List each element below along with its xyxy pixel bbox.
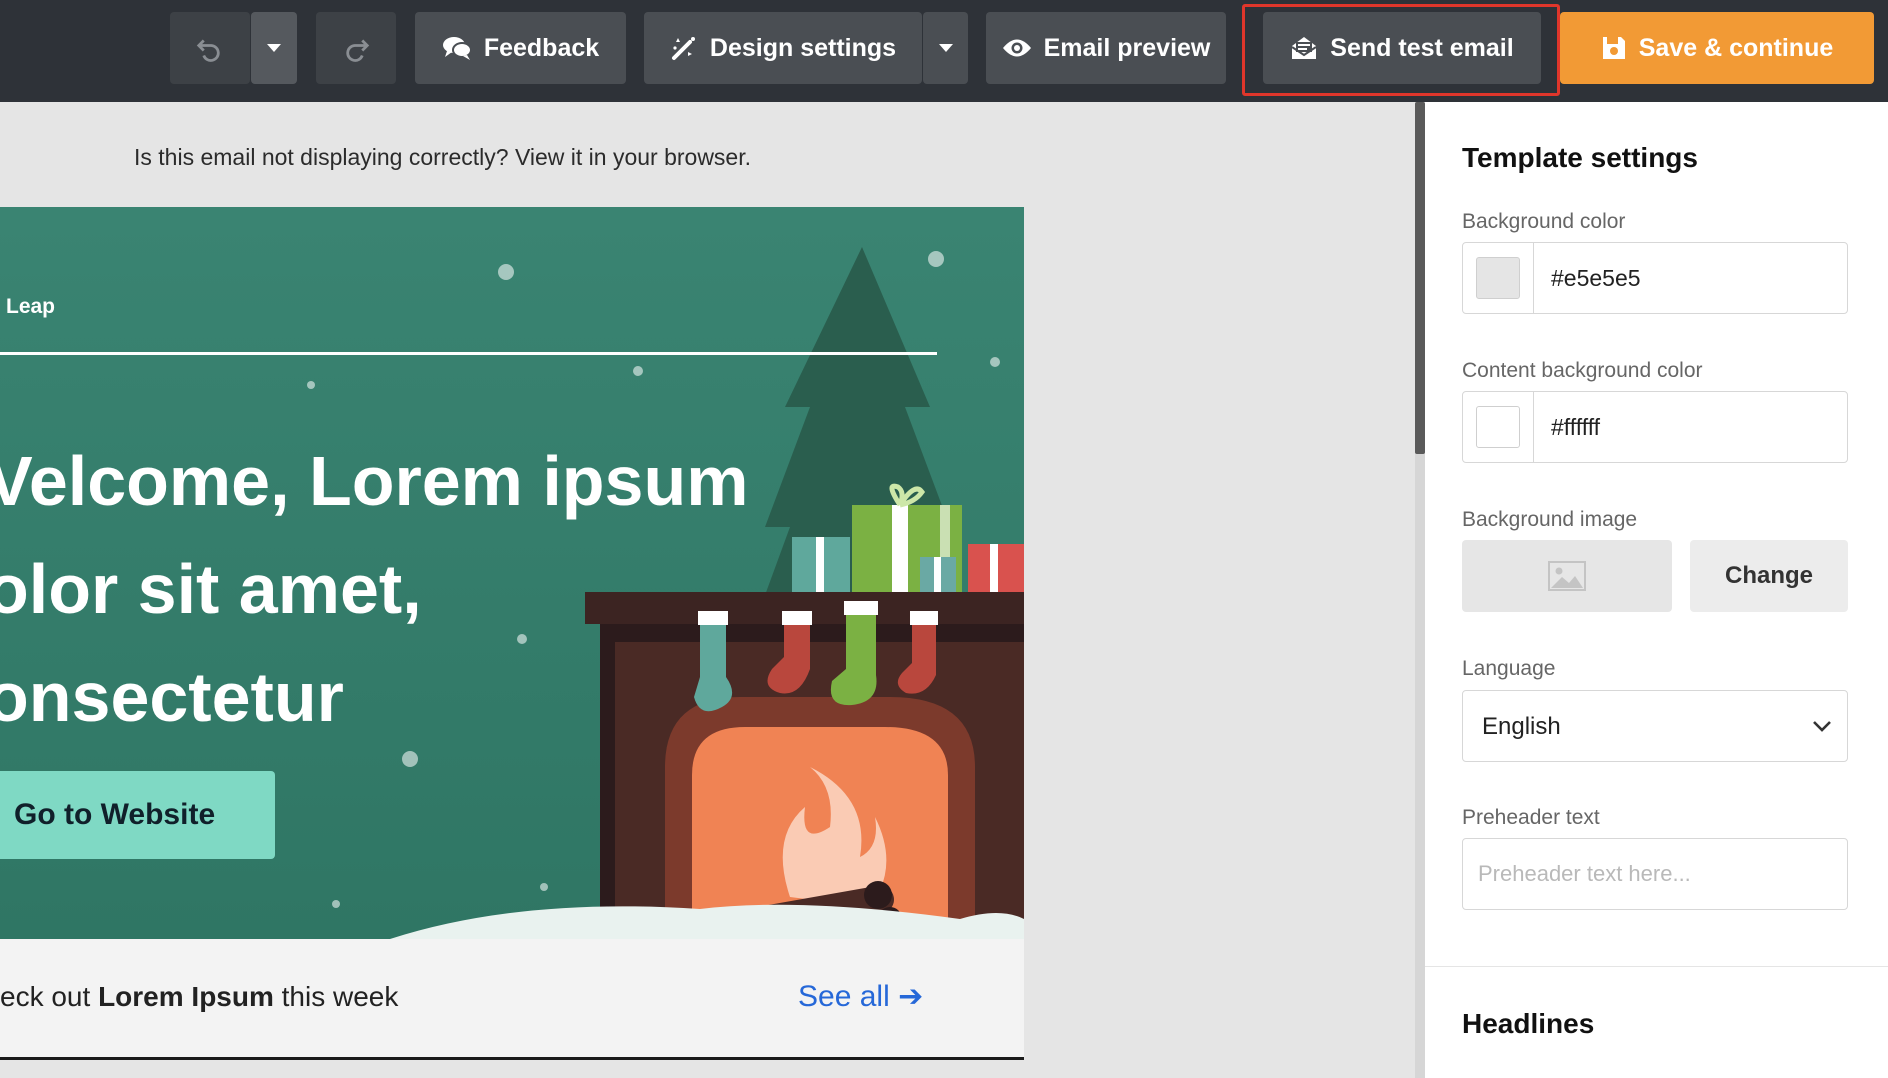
headline-line-3: onsectetur [0, 658, 344, 736]
background-image-placeholder[interactable] [1462, 540, 1672, 612]
email-preview-button[interactable]: Email preview [986, 12, 1226, 84]
magic-wand-icon [671, 37, 695, 60]
content-background-color-field[interactable]: #ffffff [1462, 391, 1848, 463]
undo-history-dropdown[interactable] [251, 12, 297, 84]
preheader-text-label: Preheader text [1462, 806, 1600, 829]
chat-bubbles-icon [442, 37, 472, 60]
email-canvas: Is this email not displaying correctly? … [0, 102, 1415, 1078]
hero-block[interactable]: Leap Velcome, Lorem ipsum olor sit amet,… [0, 207, 1024, 939]
background-color-swatch[interactable] [1476, 257, 1520, 299]
design-settings-label: Design settings [709, 33, 897, 62]
undo-icon [196, 39, 220, 62]
headlines-section-title[interactable]: Headlines [1462, 1008, 1594, 1040]
floppy-disk-icon [1602, 37, 1625, 59]
email-preview-label: Email preview [1043, 33, 1211, 62]
headline-line-1: Velcome, Lorem ipsum [0, 442, 749, 520]
caret-down-icon [938, 44, 953, 52]
strip-suffix: this week [273, 981, 399, 1012]
caret-down-icon [267, 44, 281, 52]
panel-divider [1425, 966, 1888, 967]
content-background-swatch[interactable] [1476, 406, 1520, 448]
hero-headline[interactable]: Velcome, Lorem ipsum olor sit amet, onse… [0, 427, 748, 751]
background-color-swatch-wrap[interactable] [1463, 243, 1534, 313]
chevron-down-icon [1813, 721, 1831, 732]
strip-prefix: eck out [0, 981, 99, 1012]
strip-bottom-rule [0, 1057, 1024, 1060]
highlight-frame [1242, 4, 1560, 96]
content-background-swatch-wrap[interactable] [1463, 392, 1534, 462]
feedback-label: Feedback [483, 33, 600, 62]
see-all-link[interactable]: See all ➔ [798, 979, 923, 1014]
preheader-text-input[interactable] [1462, 838, 1848, 910]
save-continue-label: Save & continue [1638, 33, 1834, 62]
brand-logo-text: Leap [6, 295, 56, 318]
background-color-label: Background color [1462, 210, 1626, 233]
feedback-button[interactable]: Feedback [415, 12, 626, 84]
language-value: English [1482, 713, 1561, 740]
featured-strip[interactable]: eck out Lorem Ipsum this week See all ➔ [0, 939, 1024, 1059]
go-to-website-button[interactable]: Go to Website [0, 771, 275, 859]
top-toolbar: Feedback Design settings Email preview S… [0, 0, 1888, 102]
panel-title: Template settings [1462, 142, 1698, 173]
undo-button[interactable] [170, 12, 250, 84]
background-color-value[interactable]: #e5e5e5 [1551, 265, 1641, 292]
language-label: Language [1462, 657, 1556, 680]
featured-strip-text: eck out Lorem Ipsum this week [0, 981, 398, 1013]
image-icon [1548, 561, 1586, 591]
change-background-image-button[interactable]: Change [1690, 540, 1848, 612]
language-select[interactable]: English [1462, 690, 1848, 762]
background-color-field[interactable]: #e5e5e5 [1462, 242, 1848, 314]
hero-divider [0, 352, 937, 355]
strip-bold: Lorem Ipsum [98, 981, 274, 1012]
eye-icon [1002, 39, 1031, 57]
content-background-color-label: Content background color [1462, 359, 1703, 382]
design-settings-button[interactable]: Design settings [644, 12, 922, 84]
headline-line-2: olor sit amet, [0, 550, 422, 628]
template-settings-panel: Template settings Background color #e5e5… [1425, 102, 1888, 1078]
save-continue-button[interactable]: Save & continue [1560, 12, 1874, 84]
background-image-label: Background image [1462, 508, 1638, 531]
design-settings-dropdown[interactable] [923, 12, 968, 84]
redo-button[interactable] [316, 12, 396, 84]
redo-icon [346, 39, 370, 62]
browser-view-notice[interactable]: Is this email not displaying correctly? … [134, 144, 751, 171]
canvas-scrollbar-thumb[interactable] [1415, 102, 1425, 454]
content-background-color-value[interactable]: #ffffff [1551, 414, 1600, 441]
